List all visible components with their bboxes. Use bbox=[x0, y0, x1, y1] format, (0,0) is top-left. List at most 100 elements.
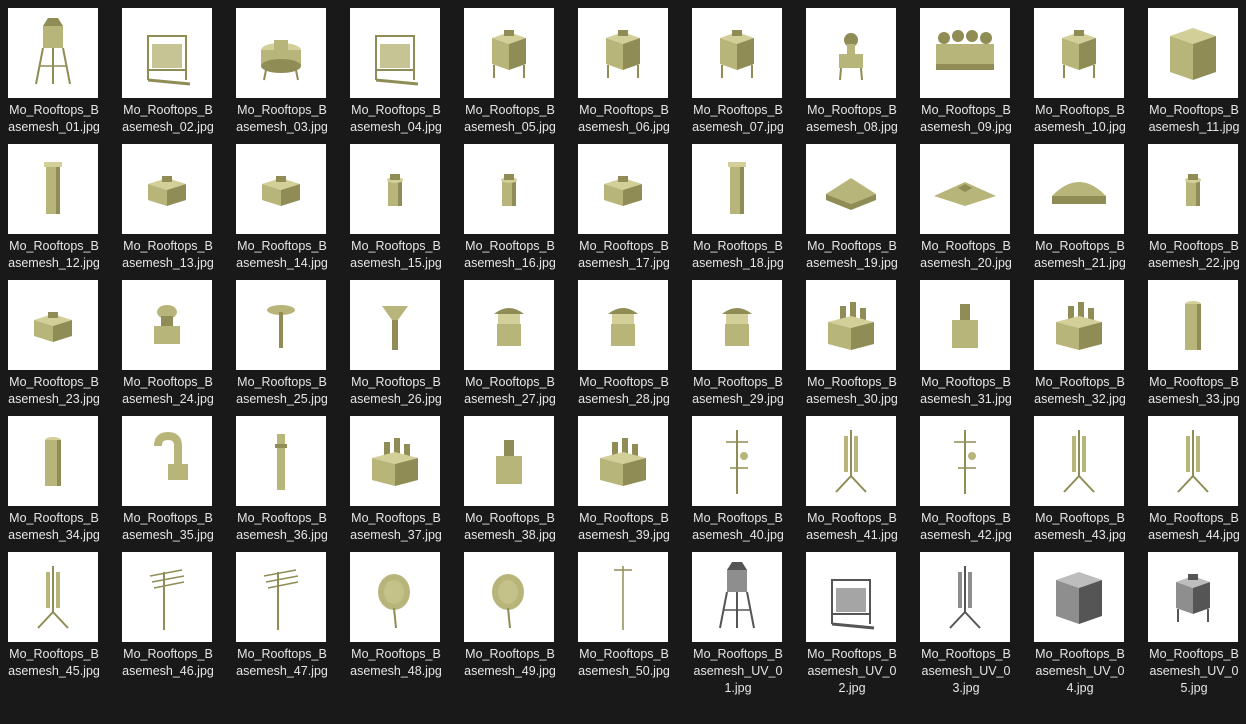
cube-unit-icon[interactable] bbox=[1148, 8, 1238, 98]
tv-antenna-icon[interactable] bbox=[236, 552, 326, 642]
file-tile[interactable]: Mo_Rooftops_Basemesh_13.jpg bbox=[120, 144, 234, 280]
file-tile[interactable]: Mo_Rooftops_Basemesh_36.jpg bbox=[234, 416, 348, 552]
file-tile[interactable]: Mo_Rooftops_Basemesh_26.jpg bbox=[348, 280, 462, 416]
mushroom-vent-icon[interactable] bbox=[122, 280, 212, 370]
fan-box-icon[interactable] bbox=[1148, 144, 1238, 234]
file-tile[interactable]: Mo_Rooftops_Basemesh_08.jpg bbox=[804, 8, 918, 144]
chimney-cap-icon[interactable] bbox=[578, 280, 668, 370]
file-tile[interactable]: Mo_Rooftops_Basemesh_24.jpg bbox=[120, 280, 234, 416]
cooling-unit-frame-icon[interactable] bbox=[122, 8, 212, 98]
file-tile[interactable]: Mo_Rooftops_Basemesh_37.jpg bbox=[348, 416, 462, 552]
cube-unit-uv-icon[interactable] bbox=[1034, 552, 1124, 642]
fan-box-icon[interactable] bbox=[8, 280, 98, 370]
chimney-pipe-icon[interactable] bbox=[1148, 280, 1238, 370]
file-tile[interactable]: Mo_Rooftops_Basemesh_UV_03.jpg bbox=[918, 552, 1032, 695]
file-tile[interactable]: Mo_Rooftops_Basemesh_21.jpg bbox=[1032, 144, 1146, 280]
file-tile[interactable]: Mo_Rooftops_Basemesh_33.jpg bbox=[1146, 280, 1246, 416]
file-tile[interactable]: Mo_Rooftops_Basemesh_46.jpg bbox=[120, 552, 234, 688]
small-vent-icon[interactable] bbox=[464, 144, 554, 234]
file-tile[interactable]: Mo_Rooftops_Basemesh_40.jpg bbox=[690, 416, 804, 552]
file-tile[interactable]: Mo_Rooftops_Basemesh_45.jpg bbox=[6, 552, 120, 688]
file-tile[interactable]: Mo_Rooftops_Basemesh_17.jpg bbox=[576, 144, 690, 280]
chimney-block-icon[interactable] bbox=[464, 416, 554, 506]
file-tile[interactable]: Mo_Rooftops_Basemesh_49.jpg bbox=[462, 552, 576, 688]
file-tile[interactable]: Mo_Rooftops_Basemesh_14.jpg bbox=[234, 144, 348, 280]
gooseneck-vent-icon[interactable] bbox=[122, 416, 212, 506]
antenna-icon[interactable] bbox=[692, 416, 782, 506]
file-tile[interactable]: Mo_Rooftops_Basemesh_29.jpg bbox=[690, 280, 804, 416]
file-tile[interactable]: Mo_Rooftops_Basemesh_06.jpg bbox=[576, 8, 690, 144]
thin-pipe-icon[interactable] bbox=[236, 416, 326, 506]
chimney-icon[interactable] bbox=[920, 280, 1010, 370]
cooling-unit-stand-icon[interactable] bbox=[350, 8, 440, 98]
vent-box-icon[interactable] bbox=[122, 144, 212, 234]
file-tile[interactable]: Mo_Rooftops_Basemesh_19.jpg bbox=[804, 144, 918, 280]
file-tile[interactable]: Mo_Rooftops_Basemesh_UV_05.jpg bbox=[1146, 552, 1246, 695]
antenna-mast-icon[interactable] bbox=[806, 416, 896, 506]
double-box-icon[interactable] bbox=[578, 144, 668, 234]
file-tile[interactable]: Mo_Rooftops_Basemesh_31.jpg bbox=[918, 280, 1032, 416]
file-tile[interactable]: Mo_Rooftops_Basemesh_39.jpg bbox=[576, 416, 690, 552]
satellite-dish-icon[interactable] bbox=[464, 552, 554, 642]
file-tile[interactable]: Mo_Rooftops_Basemesh_05.jpg bbox=[462, 8, 576, 144]
file-tile[interactable]: Mo_Rooftops_Basemesh_25.jpg bbox=[234, 280, 348, 416]
tall-cooling-unit-icon[interactable] bbox=[692, 8, 782, 98]
pole-vent-icon[interactable] bbox=[236, 280, 326, 370]
file-tile[interactable]: Mo_Rooftops_Basemesh_34.jpg bbox=[6, 416, 120, 552]
file-tile[interactable]: Mo_Rooftops_Basemesh_09.jpg bbox=[918, 8, 1032, 144]
file-tile[interactable]: Mo_Rooftops_Basemesh_15.jpg bbox=[348, 144, 462, 280]
file-tile[interactable]: Mo_Rooftops_Basemesh_23.jpg bbox=[6, 280, 120, 416]
chimney-pipe-icon[interactable] bbox=[8, 416, 98, 506]
barrel-roof-icon[interactable] bbox=[1034, 144, 1124, 234]
file-tile[interactable]: Mo_Rooftops_Basemesh_48.jpg bbox=[348, 552, 462, 688]
file-tile[interactable]: Mo_Rooftops_Basemesh_UV_02.jpg bbox=[804, 552, 918, 695]
file-tile[interactable]: Mo_Rooftops_Basemesh_04.jpg bbox=[348, 8, 462, 144]
file-tile[interactable]: Mo_Rooftops_Basemesh_44.jpg bbox=[1146, 416, 1246, 552]
round-cooling-tower-icon[interactable] bbox=[236, 8, 326, 98]
file-tile[interactable]: Mo_Rooftops_Basemesh_30.jpg bbox=[804, 280, 918, 416]
file-tile[interactable]: Mo_Rooftops_Basemesh_32.jpg bbox=[1032, 280, 1146, 416]
file-tile[interactable]: Mo_Rooftops_Basemesh_10.jpg bbox=[1032, 8, 1146, 144]
file-tile[interactable]: Mo_Rooftops_Basemesh_16.jpg bbox=[462, 144, 576, 280]
roof-hatch-icon[interactable] bbox=[806, 144, 896, 234]
file-tile[interactable]: Mo_Rooftops_Basemesh_UV_04.jpg bbox=[1032, 552, 1146, 695]
file-tile[interactable]: Mo_Rooftops_Basemesh_UV_01.jpg bbox=[690, 552, 804, 695]
file-tile[interactable]: Mo_Rooftops_Basemesh_22.jpg bbox=[1146, 144, 1246, 280]
file-tile[interactable]: Mo_Rooftops_Basemesh_38.jpg bbox=[462, 416, 576, 552]
chimney-cap-icon[interactable] bbox=[464, 280, 554, 370]
satellite-dish-icon[interactable] bbox=[350, 552, 440, 642]
file-tile[interactable]: Mo_Rooftops_Basemesh_41.jpg bbox=[804, 416, 918, 552]
antenna-mast-icon[interactable] bbox=[1148, 416, 1238, 506]
file-tile[interactable]: Mo_Rooftops_Basemesh_18.jpg bbox=[690, 144, 804, 280]
file-tile[interactable]: Mo_Rooftops_Basemesh_03.jpg bbox=[234, 8, 348, 144]
vent-column-icon[interactable] bbox=[8, 144, 98, 234]
antenna-mast-icon[interactable] bbox=[1034, 416, 1124, 506]
file-tile[interactable]: Mo_Rooftops_Basemesh_02.jpg bbox=[120, 8, 234, 144]
box-unit-legs-icon[interactable] bbox=[578, 8, 668, 98]
file-tile[interactable]: Mo_Rooftops_Basemesh_12.jpg bbox=[6, 144, 120, 280]
antenna-mast-uv-icon[interactable] bbox=[920, 552, 1010, 642]
file-tile[interactable]: Mo_Rooftops_Basemesh_20.jpg bbox=[918, 144, 1032, 280]
cooling-unit-uv-icon[interactable] bbox=[1148, 552, 1238, 642]
file-tile[interactable]: Mo_Rooftops_Basemesh_11.jpg bbox=[1146, 8, 1246, 144]
multi-chimney-icon[interactable] bbox=[1034, 280, 1124, 370]
water-tower-icon[interactable] bbox=[8, 8, 98, 98]
antenna-icon[interactable] bbox=[920, 416, 1010, 506]
chimney-block-icon[interactable] bbox=[578, 416, 668, 506]
file-tile[interactable]: Mo_Rooftops_Basemesh_42.jpg bbox=[918, 416, 1032, 552]
file-tile[interactable]: Mo_Rooftops_Basemesh_27.jpg bbox=[462, 280, 576, 416]
tv-antenna-icon[interactable] bbox=[122, 552, 212, 642]
antenna-icon[interactable] bbox=[578, 552, 668, 642]
flat-hatch-icon[interactable] bbox=[920, 144, 1010, 234]
file-tile[interactable]: Mo_Rooftops_Basemesh_07.jpg bbox=[690, 8, 804, 144]
vent-box-icon[interactable] bbox=[236, 144, 326, 234]
arched-cap-icon[interactable] bbox=[692, 280, 782, 370]
file-tile[interactable]: Mo_Rooftops_Basemesh_43.jpg bbox=[1032, 416, 1146, 552]
vent-column-icon[interactable] bbox=[692, 144, 782, 234]
file-tile[interactable]: Mo_Rooftops_Basemesh_50.jpg bbox=[576, 552, 690, 688]
water-tower-uv-icon[interactable] bbox=[692, 552, 782, 642]
file-tile[interactable]: Mo_Rooftops_Basemesh_28.jpg bbox=[576, 280, 690, 416]
box-unit-stand-icon[interactable] bbox=[464, 8, 554, 98]
small-vent-icon[interactable] bbox=[350, 144, 440, 234]
fan-stand-icon[interactable] bbox=[806, 8, 896, 98]
